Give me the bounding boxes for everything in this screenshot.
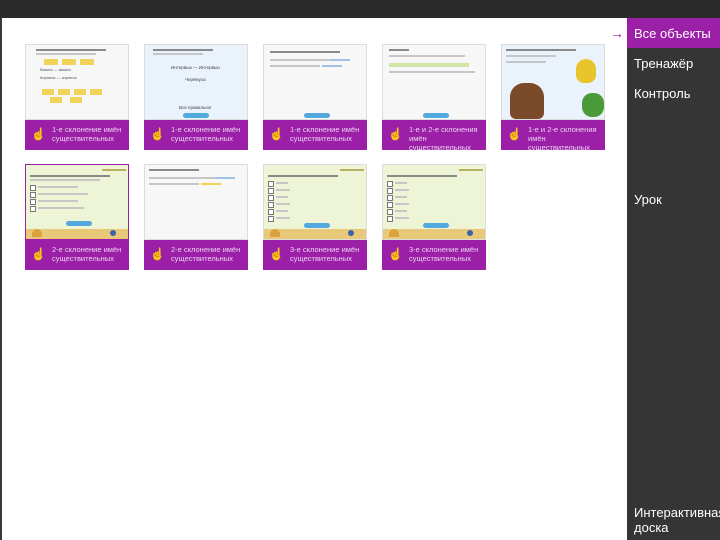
- thumb-text: Все правильно!: [179, 105, 212, 110]
- object-card[interactable]: ☝ 1-е и 2-е склонения имён существительн…: [382, 44, 486, 152]
- sidebar-item-interactive-board[interactable]: Интерактивная доска: [627, 505, 720, 539]
- card-thumbnail: [25, 164, 129, 240]
- hand-icon: ☝: [269, 247, 284, 261]
- card-thumbnail: [501, 44, 605, 120]
- card-title: 1-е и 2-е склонения имён существительных: [409, 125, 478, 152]
- sidebar-item-label: Все объекты: [634, 26, 711, 41]
- thumb-text: Интервью — Интервью: [171, 65, 220, 70]
- object-card[interactable]: ☝ 3-е склонение имён существительных: [382, 164, 486, 270]
- card-thumbnail: [263, 164, 367, 240]
- top-bar: [0, 0, 720, 18]
- card-title: 1-е склонение имён существительных: [52, 125, 122, 143]
- object-card[interactable]: ☝ 2-е склонение имён существительных: [25, 164, 129, 270]
- card-caption: ☝ 1-е склонение имён существительных: [25, 120, 129, 150]
- sidebar-item-label: Интерактивная доска: [634, 505, 720, 535]
- hand-icon: ☝: [150, 127, 165, 141]
- sidebar-item-label: Тренажёр: [634, 56, 694, 71]
- sidebar-item-control[interactable]: Контроль: [627, 86, 720, 104]
- card-title: 3-е склонение имён существительных: [290, 245, 360, 263]
- hand-icon: ☝: [388, 127, 403, 141]
- active-indicator: →: [607, 18, 627, 48]
- window-edge: [0, 18, 2, 540]
- thumb-text: Кирпичи — кирпича: [40, 75, 77, 80]
- card-caption: ☝ 1-е склонение имён существительных: [263, 120, 367, 150]
- hand-icon: ☝: [31, 247, 46, 261]
- card-title: 1-е склонение имён существительных: [290, 125, 360, 143]
- object-card[interactable]: ☝ 1-е и 2-е склонения имён существительн…: [501, 44, 605, 152]
- card-thumbnail: [263, 44, 367, 120]
- card-caption: ☝ 2-е склонение имён существительных: [144, 240, 248, 270]
- card-thumbnail: [382, 164, 486, 240]
- balloon-illustration: [576, 59, 596, 83]
- tree-illustration: [582, 93, 604, 117]
- card-thumbnail: [382, 44, 486, 120]
- card-thumbnail: [144, 164, 248, 240]
- hand-icon: ☝: [507, 127, 522, 141]
- card-title: 3-е склонение имён существительных: [409, 245, 479, 263]
- arrow-right-icon: →: [610, 25, 624, 41]
- card-title: 1-е склонение имён существительных: [171, 125, 241, 143]
- object-card[interactable]: Интервью — Интервью Черёмуха Все правиль…: [144, 44, 248, 150]
- sidebar-item-all-objects[interactable]: Все объекты: [627, 18, 720, 48]
- object-card[interactable]: ☝ 2-е склонение имён существительных: [144, 164, 248, 270]
- object-card[interactable]: ☝ 1-е склонение имён существительных: [263, 44, 367, 150]
- card-caption: ☝ 1-е и 2-е склонения имён существительн…: [501, 120, 605, 152]
- hand-icon: ☝: [31, 127, 46, 141]
- card-caption: ☝ 2-е склонение имён существительных: [25, 240, 129, 270]
- object-card[interactable]: ☝ 3-е склонение имён существительных: [263, 164, 367, 270]
- sidebar: Все объекты Тренажёр Контроль Урок Интер…: [627, 18, 720, 540]
- sidebar-item-lesson[interactable]: Урок: [627, 192, 720, 210]
- bear-illustration: [510, 83, 544, 119]
- card-caption: ☝ 1-е и 2-е склонения имён существительн…: [382, 120, 486, 152]
- sidebar-item-label: Контроль: [634, 86, 691, 101]
- card-thumbnail: Вишня — вишни Кирпичи — кирпича: [25, 44, 129, 120]
- hand-icon: ☝: [388, 247, 403, 261]
- sidebar-item-label: Урок: [634, 192, 662, 207]
- hand-icon: ☝: [150, 247, 165, 261]
- sidebar-item-trainer[interactable]: Тренажёр: [627, 56, 720, 74]
- card-title: 1-е и 2-е склонения имён существительных: [528, 125, 597, 152]
- card-thumbnail: Интервью — Интервью Черёмуха Все правиль…: [144, 44, 248, 120]
- card-caption: ☝ 3-е склонение имён существительных: [382, 240, 486, 270]
- thumb-text: Черёмуха: [185, 77, 206, 82]
- card-title: 2-е склонение имён существительных: [52, 245, 122, 263]
- object-card[interactable]: Вишня — вишни Кирпичи — кирпича ☝ 1-е ск…: [25, 44, 129, 150]
- thumb-text: Вишня — вишни: [40, 67, 71, 72]
- card-caption: ☝ 3-е склонение имён существительных: [263, 240, 367, 270]
- card-title: 2-е склонение имён существительных: [171, 245, 241, 263]
- hand-icon: ☝: [269, 127, 284, 141]
- card-caption: ☝ 1-е склонение имён существительных: [144, 120, 248, 150]
